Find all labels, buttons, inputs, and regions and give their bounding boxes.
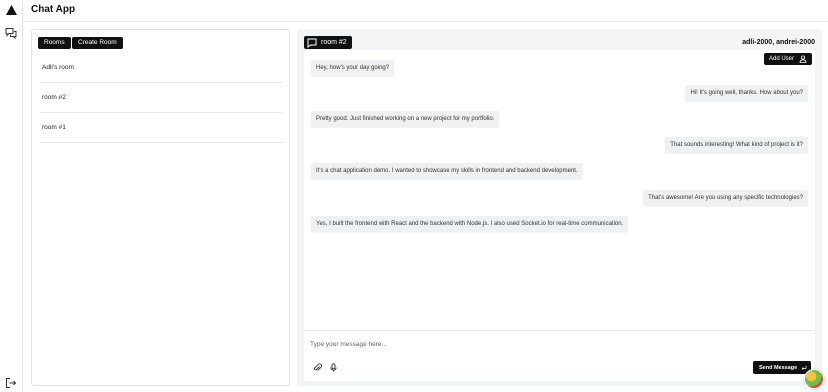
message-bubble: Hey, how's your day going?	[311, 60, 395, 76]
microphone-icon[interactable]	[329, 363, 338, 372]
logout-icon[interactable]	[5, 377, 17, 389]
user-icon	[799, 55, 807, 63]
message-bubble: Pretty good. Just finished working on a …	[311, 111, 500, 127]
add-user-button[interactable]: Add User	[763, 53, 812, 65]
add-user-label: Add User	[768, 56, 794, 62]
current-room-name: room #2	[321, 39, 347, 46]
chat-bubble-icon	[307, 38, 317, 48]
room-item-room-2[interactable]: room #2	[40, 83, 283, 113]
message-bubble: Yes, I built the frontend with React and…	[311, 216, 629, 232]
tab-rooms[interactable]: Rooms	[38, 37, 71, 49]
rooms-panel: Rooms Create Room Adli's room room #2 ro…	[31, 29, 290, 386]
enter-icon	[801, 365, 807, 370]
top-bar: Chat App	[23, 0, 828, 22]
room-item-adlis-room[interactable]: Adli's room	[40, 53, 283, 83]
messages-area[interactable]: Add User Hey, how's your day going? Hi! …	[304, 50, 815, 357]
current-room-tag: room #2	[304, 36, 352, 49]
message-input[interactable]	[310, 338, 690, 350]
message-bubble: Hi! It's going well, thanks. How about y…	[685, 85, 808, 101]
app-title: Chat App	[31, 4, 76, 15]
message-bubble: That sounds interesting! What kind of pr…	[665, 137, 808, 153]
send-message-label: Send Message	[759, 364, 798, 371]
room-list: Adli's room room #2 room #1	[40, 53, 283, 143]
user-avatar[interactable]	[804, 369, 824, 389]
side-rail	[0, 0, 23, 392]
message-composer: Send Message	[304, 330, 815, 381]
chats-icon[interactable]	[5, 27, 17, 39]
room-item-room-1[interactable]: room #1	[40, 113, 283, 143]
message-bubble: It's a chat application demo. I wanted t…	[311, 163, 583, 179]
tab-create-room[interactable]: Create Room	[72, 37, 123, 49]
chat-panel: room #2 adli-2000, andrei-2000 Add User …	[297, 29, 822, 386]
participants-label: adli-2000, andrei-2000	[742, 39, 815, 46]
paperclip-icon[interactable]	[313, 363, 322, 372]
message-bubble: That's awesome! Are you using any specif…	[643, 190, 808, 206]
send-message-button[interactable]: Send Message	[753, 361, 812, 374]
triangle-logo-icon[interactable]	[6, 5, 17, 15]
